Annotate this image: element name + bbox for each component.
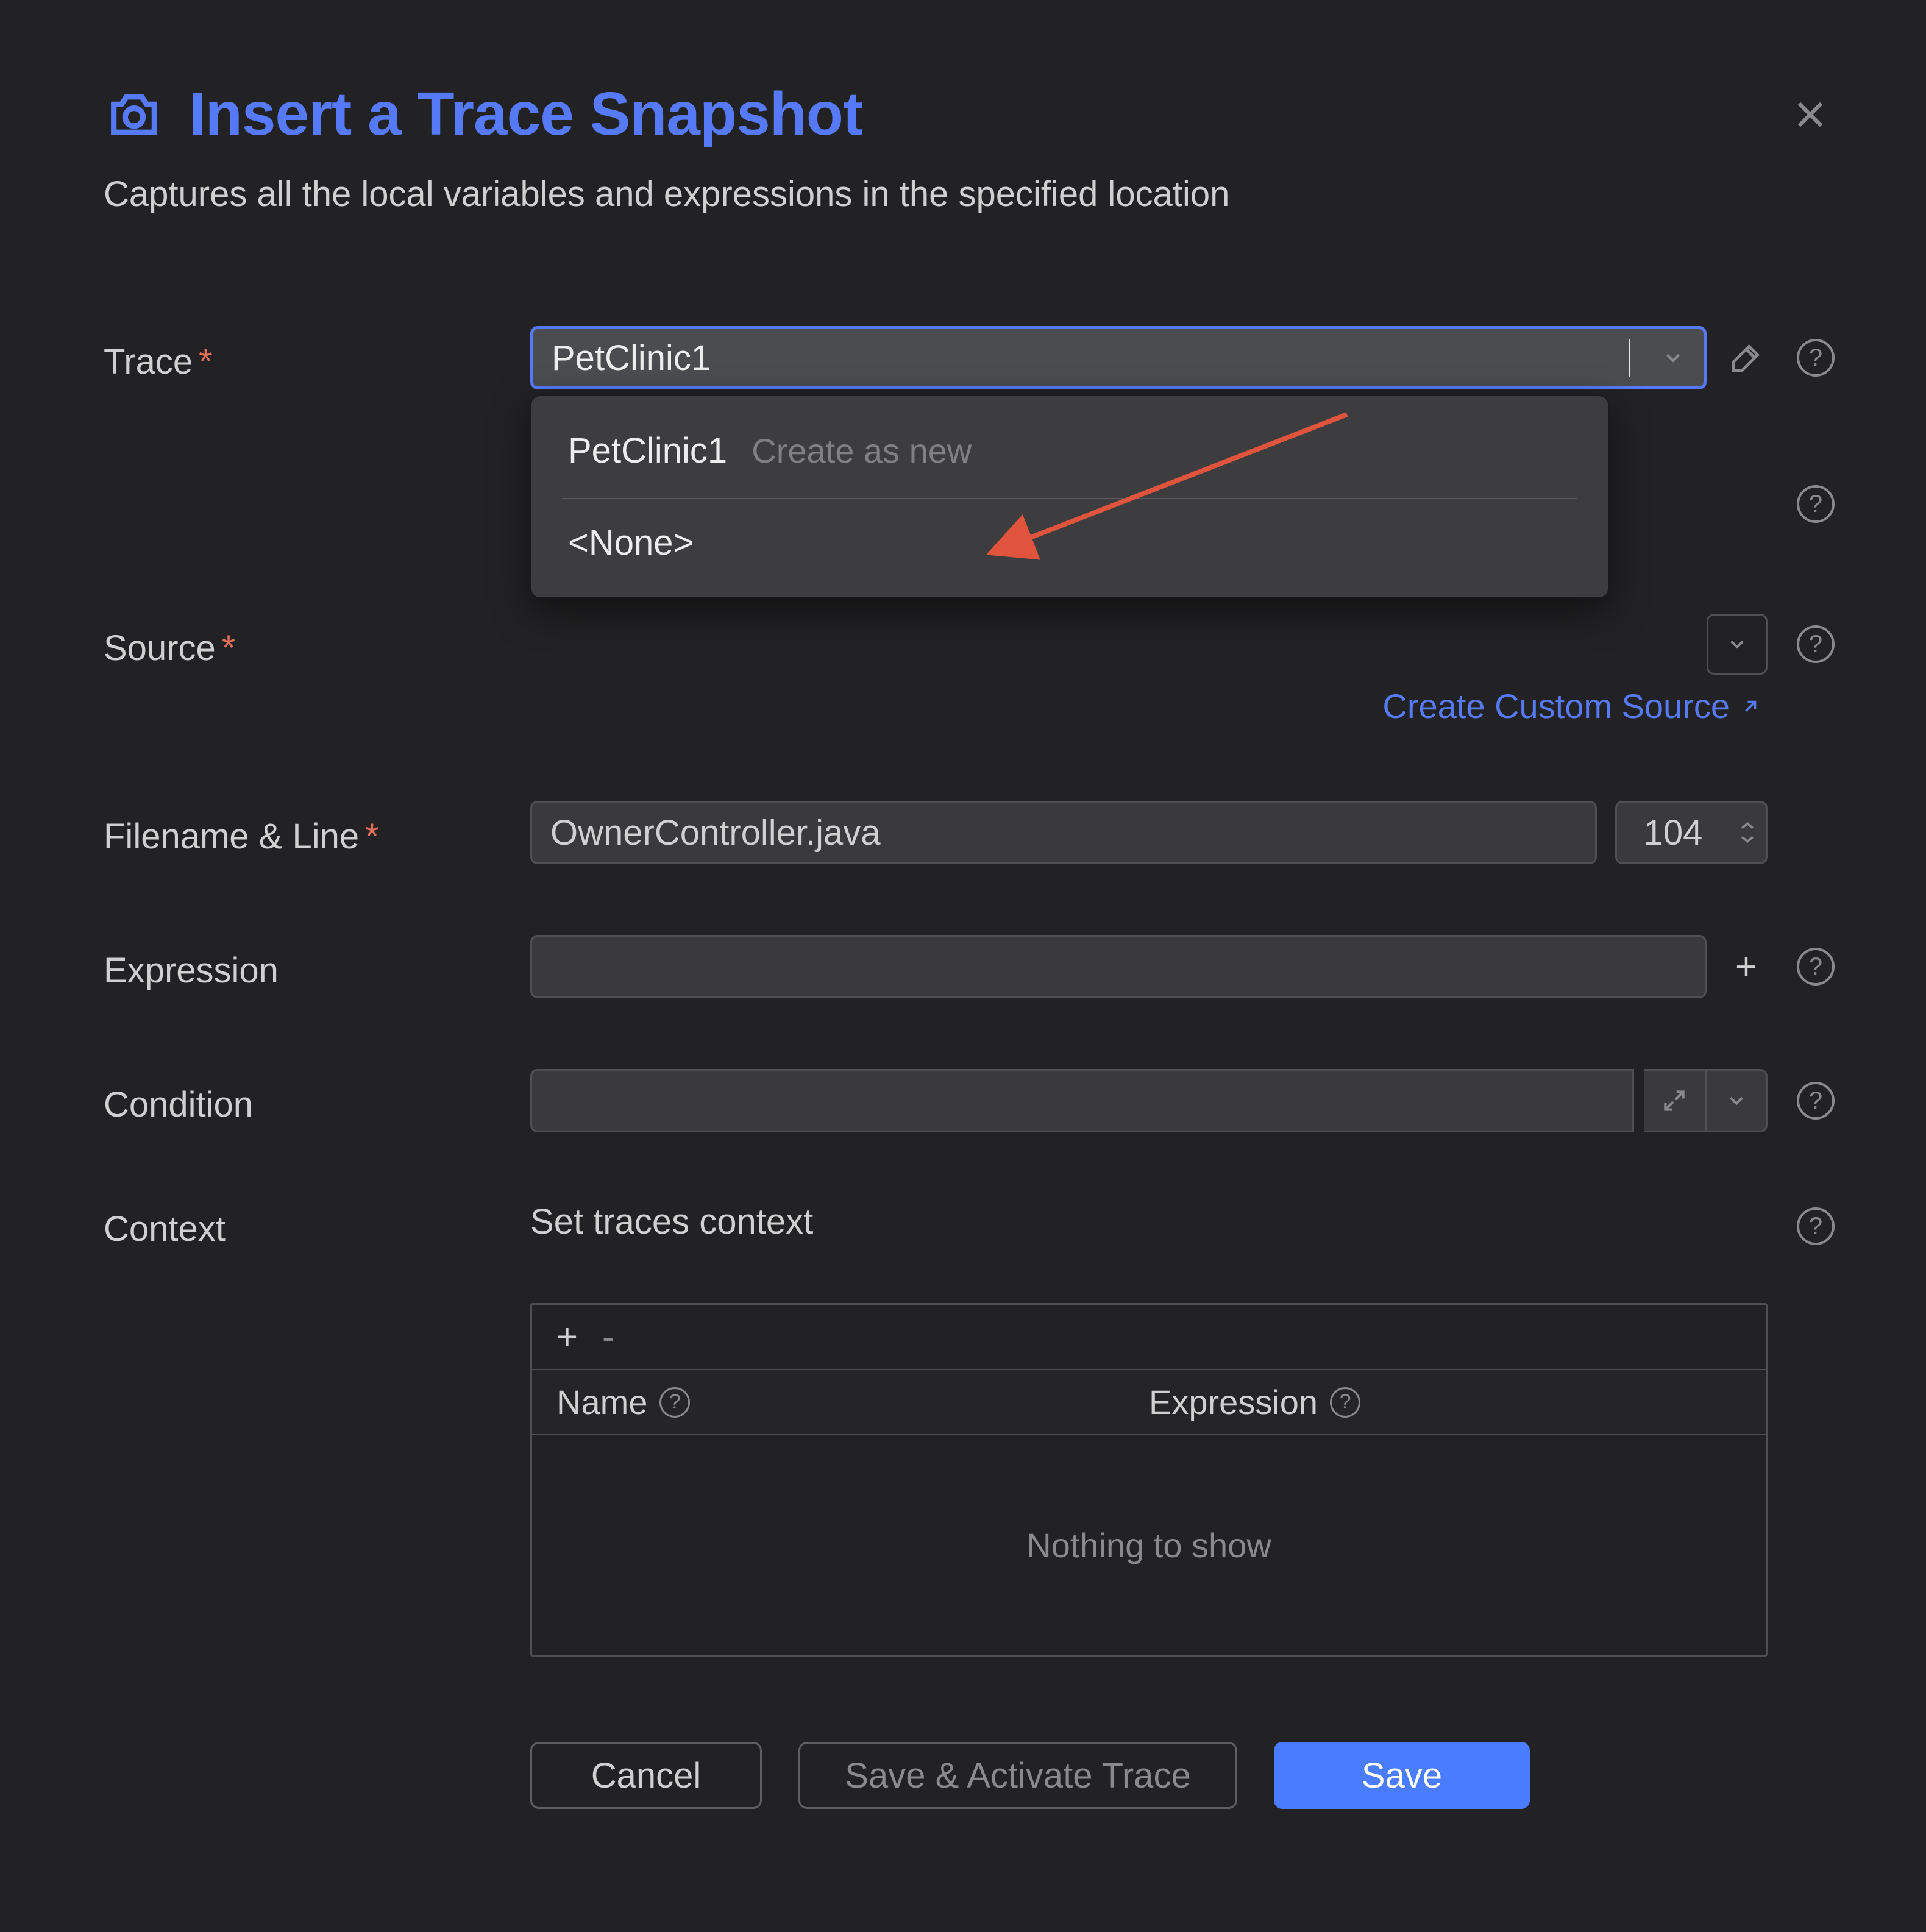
required-asterisk: * — [199, 342, 213, 382]
dialog-footer: Cancel Save & Activate Trace Save — [530, 1742, 1835, 1809]
label-expression: Expression — [104, 943, 530, 991]
trace-dropdown-panel: PetClinic1 Create as new <None> — [530, 395, 1609, 598]
context-col-expression: Expression — [1149, 1382, 1318, 1422]
trace-option-create-new[interactable]: PetClinic1 Create as new — [531, 414, 1608, 487]
save-button[interactable]: Save — [1274, 1742, 1530, 1809]
form: Trace* ? PetClinic1 — [104, 324, 1835, 1657]
cancel-button[interactable]: Cancel — [530, 1742, 762, 1809]
context-columns: Name ? Expression ? — [532, 1370, 1766, 1435]
filename-input[interactable] — [530, 801, 1597, 864]
label-condition: Condition — [104, 1077, 530, 1125]
context-table: + - Name ? Expression ? Nothing to sh — [530, 1303, 1768, 1657]
label-trace: Trace* — [104, 334, 530, 382]
trace-combobox[interactable] — [530, 326, 1707, 389]
label-context: Context — [104, 1201, 530, 1249]
label-source-text: Source — [104, 628, 216, 668]
required-asterisk: * — [365, 817, 379, 856]
trace-option-none[interactable]: <None> — [531, 506, 1608, 579]
help-icon[interactable]: ? — [1797, 1082, 1835, 1120]
trace-dropdown-toggle[interactable] — [1643, 329, 1704, 386]
help-icon[interactable]: ? — [1797, 485, 1835, 523]
line-number-stepper[interactable] — [1729, 803, 1766, 862]
create-custom-source-text: Create Custom Source — [1382, 686, 1730, 726]
line-number-input[interactable]: 104 — [1615, 801, 1768, 864]
insert-trace-snapshot-dialog: Insert a Trace Snapshot Captures all the… — [0, 0, 1926, 1932]
row-context: Context Set traces context + - Name ? — [104, 1201, 1835, 1657]
help-icon[interactable]: ? — [1330, 1387, 1360, 1418]
condition-dropdown-toggle[interactable] — [1705, 1071, 1766, 1131]
create-custom-source-link[interactable]: Create Custom Source — [1382, 686, 1761, 726]
label-filename-line: Filename & Line* — [104, 809, 530, 857]
help-icon[interactable]: ? — [1797, 948, 1835, 986]
camera-icon — [104, 84, 165, 145]
text-caret — [1629, 339, 1630, 377]
row-condition: Condition ? — [104, 1067, 1835, 1134]
context-toolbar: + - — [532, 1305, 1766, 1370]
save-activate-trace-button[interactable]: Save & Activate Trace — [798, 1742, 1237, 1809]
row-source: Source* ? — [104, 611, 1835, 678]
trace-option-hint: Create as new — [752, 432, 972, 470]
help-icon[interactable]: ? — [1797, 339, 1835, 377]
required-asterisk: * — [222, 628, 236, 668]
row-expression: Expression + ? — [104, 933, 1835, 1000]
label-filename-line-text: Filename & Line — [104, 817, 359, 856]
help-icon[interactable]: ? — [1797, 1207, 1835, 1245]
add-expression-button[interactable]: + — [1725, 945, 1768, 989]
context-empty-message: Nothing to show — [532, 1435, 1766, 1655]
expression-input[interactable] — [530, 935, 1707, 998]
dialog-subtitle: Captures all the local variables and exp… — [104, 174, 1835, 215]
dialog-title: Insert a Trace Snapshot — [189, 79, 862, 149]
line-number-value: 104 — [1617, 812, 1729, 853]
label-trace-text: Trace — [104, 342, 193, 382]
expand-condition-button[interactable] — [1644, 1071, 1705, 1131]
close-button[interactable] — [1786, 90, 1835, 139]
context-remove-button[interactable]: - — [602, 1316, 614, 1358]
help-icon[interactable]: ? — [1797, 625, 1835, 663]
condition-input[interactable] — [530, 1069, 1634, 1132]
dropdown-separator — [562, 498, 1577, 499]
row-filename-line: Filename & Line* 104 — [104, 799, 1835, 866]
context-col-name: Name — [556, 1382, 647, 1422]
source-dropdown-toggle[interactable] — [1707, 614, 1768, 675]
help-icon[interactable]: ? — [659, 1387, 690, 1418]
label-source: Source* — [104, 620, 530, 669]
trace-input[interactable] — [533, 329, 1644, 386]
dialog-header: Insert a Trace Snapshot — [104, 79, 1835, 149]
context-hint: Set traces context — [530, 1201, 1768, 1242]
edit-trace-button[interactable] — [1725, 336, 1768, 379]
trace-option-name: PetClinic1 — [568, 431, 727, 471]
context-add-button[interactable]: + — [556, 1316, 578, 1358]
external-link-icon — [1739, 695, 1761, 717]
row-trace: Trace* ? PetClinic1 — [104, 324, 1835, 391]
